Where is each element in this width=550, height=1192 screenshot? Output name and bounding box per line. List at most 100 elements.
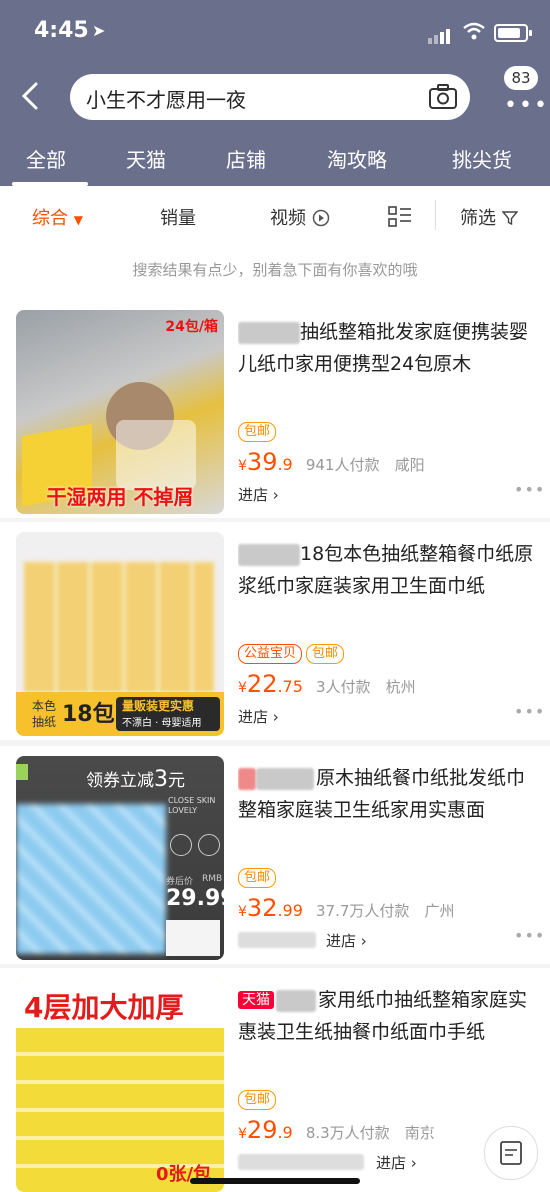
product-title[interactable]: 原木抽纸餐巾纸批发纸巾整箱家庭装卫生纸家用实惠面 <box>238 762 538 826</box>
sales-count: 3人付款 <box>316 678 371 696</box>
enter-shop-label: 进店 <box>238 486 269 504</box>
chevron-right-icon: › <box>272 486 279 504</box>
sort-video[interactable]: 视频 <box>270 204 330 230</box>
product-title[interactable]: 天猫 家用纸巾抽纸整箱家庭实惠装卫生纸抽餐巾纸面巾手纸 <box>238 984 538 1048</box>
wifi-icon <box>463 22 485 40</box>
sort-comprehensive[interactable]: 综合 ▼ <box>32 204 83 230</box>
price-integer: 22 <box>246 670 278 698</box>
product-item[interactable]: 领券立减3元 CLOSE SKIN LOVELY 券后价 RMB 29.99 原… <box>0 746 550 964</box>
product-image[interactable]: 4层加大加厚 0张/包 <box>16 978 224 1192</box>
tab-guides[interactable]: 淘攻略 <box>327 144 387 173</box>
currency-symbol: ¥ <box>238 458 247 474</box>
city: 咸阳 <box>394 456 425 474</box>
tag-list: 包邮 <box>238 866 280 888</box>
thumb-coupon: 领券立减3元 <box>86 766 185 792</box>
blurred-brand <box>256 767 314 790</box>
chevron-right-icon: › <box>272 708 279 726</box>
search-query[interactable]: 小生不才愿用一夜 <box>86 84 246 113</box>
water-drop-icon <box>198 834 220 856</box>
hand-icon <box>170 834 192 856</box>
tissue-stack-shape <box>24 562 214 692</box>
product-item[interactable]: 24包/箱 干湿两用 不掉屑 抽纸整箱批发家庭便携装婴儿纸巾家用便携型24包原木… <box>0 300 550 518</box>
tab-shops[interactable]: 店铺 <box>226 144 266 173</box>
price-integer: 39 <box>246 448 278 476</box>
enter-shop-link[interactable]: 进店 › <box>376 1152 417 1173</box>
more-options-icon[interactable]: ••• <box>514 480 545 499</box>
thumb-box-shape <box>166 920 220 956</box>
product-image[interactable]: 本色 抽纸 18包 量贩装更实惠 不漂白 · 母婴适用 <box>16 532 224 736</box>
product-item[interactable]: 本色 抽纸 18包 量贩装更实惠 不漂白 · 母婴适用 18包本色抽纸整箱餐巾纸… <box>0 522 550 740</box>
city: 杭州 <box>385 678 416 696</box>
blurred-brand <box>276 989 316 1012</box>
location-arrow-icon: ➤ <box>92 21 106 40</box>
blurred-shop-name <box>238 932 316 948</box>
price-decimal: .99 <box>277 901 303 920</box>
sort-sales[interactable]: 销量 <box>160 204 196 230</box>
sort-video-label: 视频 <box>270 208 306 229</box>
camera-icon[interactable] <box>428 83 458 111</box>
thumb-coupon-b: 3 <box>154 767 168 792</box>
product-image[interactable]: 24包/箱 干湿两用 不掉屑 <box>16 310 224 514</box>
tag-free-shipping: 包邮 <box>238 1090 277 1110</box>
enter-shop-label: 进店 <box>376 1154 407 1172</box>
thumb-right-1: 量贩装更实惠 <box>122 699 195 713</box>
currency-symbol: ¥ <box>238 904 247 920</box>
sales-count: 8.3万人付款 <box>305 1124 390 1142</box>
sales-count: 941人付款 <box>305 456 380 474</box>
sort-bar: 综合 ▼ 销量 视频 筛选 <box>0 186 550 244</box>
filter-icon <box>501 211 519 226</box>
thumb-left-1: 本色 <box>32 699 57 713</box>
price-decimal: .75 <box>277 677 303 696</box>
header: 4:45 ➤ 小生不才愿用一夜 83 ••• 全部 天猫 店铺 淘攻略 挑尖货 <box>0 0 550 186</box>
sort-filter[interactable]: 筛选 <box>460 204 519 230</box>
enter-shop-link[interactable]: 进店 › <box>326 930 367 951</box>
city: 广州 <box>424 902 455 920</box>
thumb-left-2: 抽纸 <box>32 715 57 729</box>
tag-list: 公益宝贝 包邮 <box>238 642 348 664</box>
thumb-caption: 干湿两用 不掉屑 <box>46 485 194 509</box>
back-icon[interactable] <box>14 76 50 116</box>
tab-all[interactable]: 全部 <box>26 144 66 173</box>
enter-shop-link[interactable]: 进店 › <box>238 484 279 505</box>
more-icon[interactable]: ••• <box>504 93 549 118</box>
blurred-badge <box>238 767 256 790</box>
thumb-count: 18包 <box>62 702 115 727</box>
currency-symbol: ¥ <box>238 680 247 696</box>
tag-free-shipping: 包邮 <box>238 422 277 442</box>
brand-logo-blurred <box>16 764 28 780</box>
product-title[interactable]: 抽纸整箱批发家庭便携装婴儿纸巾家用便携型24包原木 <box>238 316 538 380</box>
status-bar: 4:45 ➤ <box>0 0 550 64</box>
thumb-sub: CLOSE SKIN LOVELY <box>168 796 216 815</box>
price-row: ¥22.75 3人付款 杭州 <box>238 670 416 698</box>
product-title[interactable]: 18包本色抽纸整箱餐巾纸原浆纸巾家庭装家用卫生面巾纸 <box>238 538 538 602</box>
list-view-icon[interactable] <box>388 206 412 228</box>
price-integer: 29 <box>246 1116 278 1144</box>
tag-list: 包邮 <box>238 420 280 442</box>
feedback-button[interactable] <box>484 1126 538 1180</box>
blurred-brand <box>238 543 300 566</box>
product-image[interactable]: 领券立减3元 CLOSE SKIN LOVELY 券后价 RMB 29.99 <box>16 756 224 960</box>
caret-down-icon: ▼ <box>73 213 83 227</box>
sort-filter-label: 筛选 <box>460 208 496 229</box>
chevron-right-icon: › <box>360 932 367 950</box>
status-time: 4:45 <box>34 18 89 43</box>
chevron-right-icon: › <box>410 1154 417 1172</box>
watermark-url: www.guancha.cn <box>450 1094 544 1107</box>
price-integer: 32 <box>246 894 278 922</box>
more-options-icon[interactable]: ••• <box>514 702 545 721</box>
enter-shop-label: 进店 <box>238 708 269 726</box>
search-bar[interactable]: 小生不才愿用一夜 <box>70 74 470 120</box>
more-options-icon[interactable]: ••• <box>514 926 545 945</box>
result-hint: 搜索结果有点少，别着急下面有你喜欢的哦 <box>0 244 550 300</box>
thumb-coupon-c: 元 <box>168 771 185 791</box>
tab-tmall[interactable]: 天猫 <box>126 144 166 173</box>
tag-list: 包邮 <box>238 1088 280 1110</box>
message-count-badge[interactable]: 83 <box>504 66 538 90</box>
blurred-brand <box>238 321 300 344</box>
enter-shop-link[interactable]: 进店 › <box>238 706 279 727</box>
price-row: ¥32.99 37.7万人付款 广州 <box>238 894 455 922</box>
home-indicator <box>190 1178 360 1184</box>
tag-charity: 公益宝贝 <box>238 644 303 664</box>
tab-premium[interactable]: 挑尖货 <box>452 144 512 173</box>
price-row: ¥29.9 8.3万人付款 南京 <box>238 1116 435 1144</box>
